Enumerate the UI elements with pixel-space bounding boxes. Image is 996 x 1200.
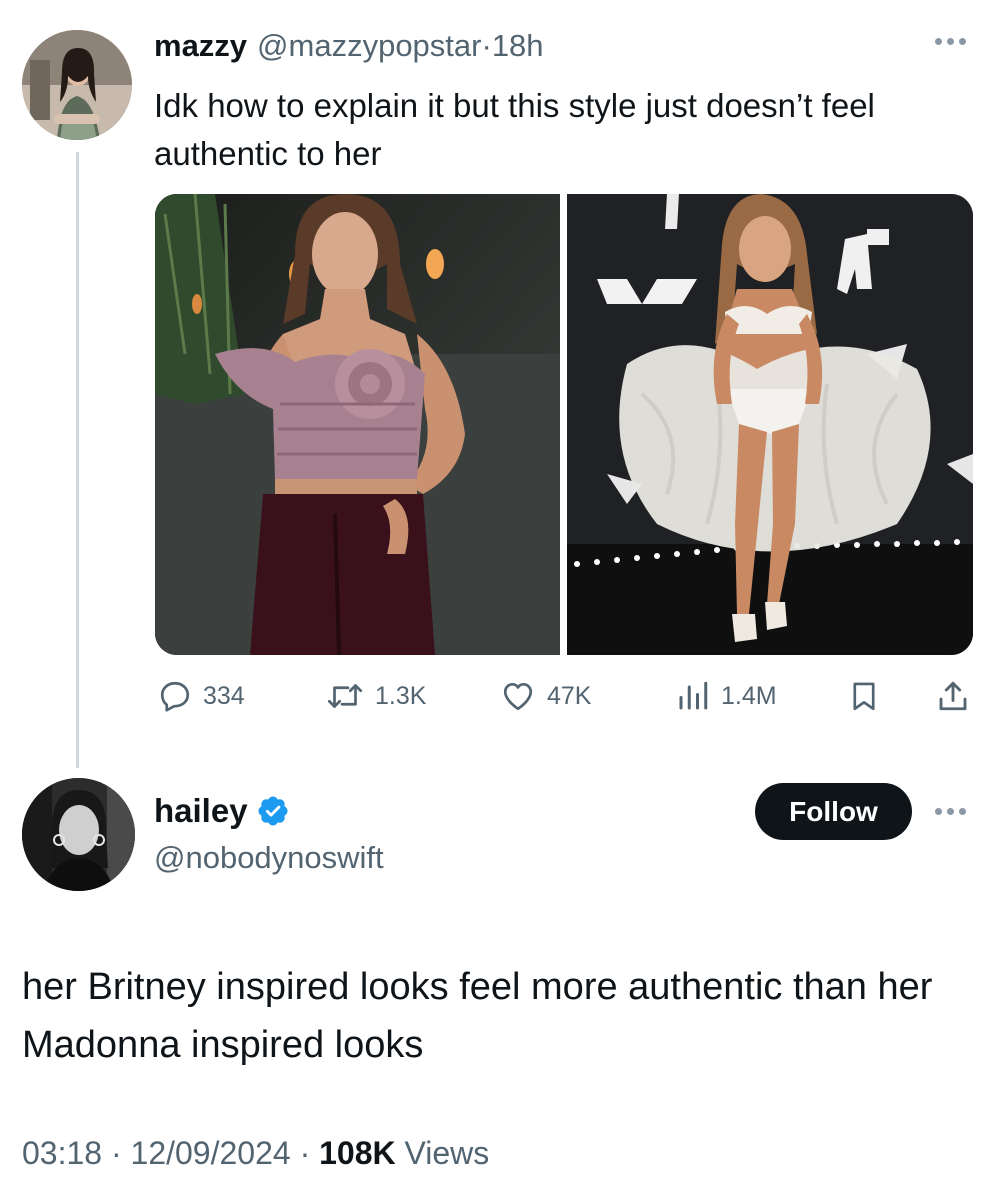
timestamp[interactable]: 03:18 · 12/09/2024 ·: [22, 1135, 319, 1171]
display-name[interactable]: hailey: [154, 792, 248, 830]
like-icon: [503, 682, 533, 711]
separator-dot: ·: [481, 28, 492, 63]
more-options-icon[interactable]: [935, 808, 966, 815]
reply-text: her Britney inspired looks feel more aut…: [22, 966, 933, 1066]
tweet-actions-bar: 334 1.3K 47K 1.4M: [155, 672, 973, 720]
like-count: 47K: [547, 681, 592, 710]
like-button[interactable]: 47K: [499, 672, 591, 720]
repost-count: 1.3K: [375, 681, 427, 710]
user-handle[interactable]: @nobodynoswift: [154, 840, 384, 876]
display-name[interactable]: mazzy: [154, 28, 247, 64]
photo-vmas-white-tulle-outfit[interactable]: [567, 194, 973, 655]
views-icon: [679, 681, 708, 710]
tweet-header: mazzy @mazzypopstar · 18h: [154, 28, 544, 68]
photo-velvet-corset-outfit[interactable]: [155, 194, 560, 655]
reply-icon: [160, 681, 190, 712]
avatar-mazzy[interactable]: [22, 30, 132, 140]
share-icon: [939, 681, 967, 711]
bookmark-button[interactable]: [847, 672, 881, 720]
views-button[interactable]: 1.4M: [675, 672, 777, 720]
post-time[interactable]: 18h: [492, 28, 544, 64]
user-handle[interactable]: @mazzypopstar: [257, 28, 481, 64]
reply-count: 334: [203, 681, 245, 710]
bookmark-icon: [853, 682, 875, 711]
tweet-text: Idk how to explain it but this style jus…: [154, 87, 875, 172]
reply-views-count: 108K: [319, 1135, 396, 1171]
more-options-icon[interactable]: [935, 38, 966, 45]
tweet-metadata: 03:18 · 12/09/2024 · 108K Views: [22, 1135, 489, 1172]
media-grid: [155, 194, 973, 655]
views-count: 1.4M: [721, 681, 777, 710]
follow-button[interactable]: Follow: [755, 783, 912, 840]
reply-author: hailey: [154, 792, 290, 830]
repost-button[interactable]: 1.3K: [325, 672, 426, 720]
views-label: Views: [395, 1135, 490, 1171]
reply-button[interactable]: 334: [157, 672, 245, 720]
tweet-thread: mazzy @mazzypopstar · 18h Idk how to exp…: [0, 0, 996, 1200]
share-button[interactable]: [935, 672, 971, 720]
repost-icon: [327, 684, 363, 708]
verified-badge-icon: [258, 796, 288, 826]
thread-connector-line: [76, 152, 79, 768]
avatar-hailey[interactable]: [22, 778, 135, 891]
